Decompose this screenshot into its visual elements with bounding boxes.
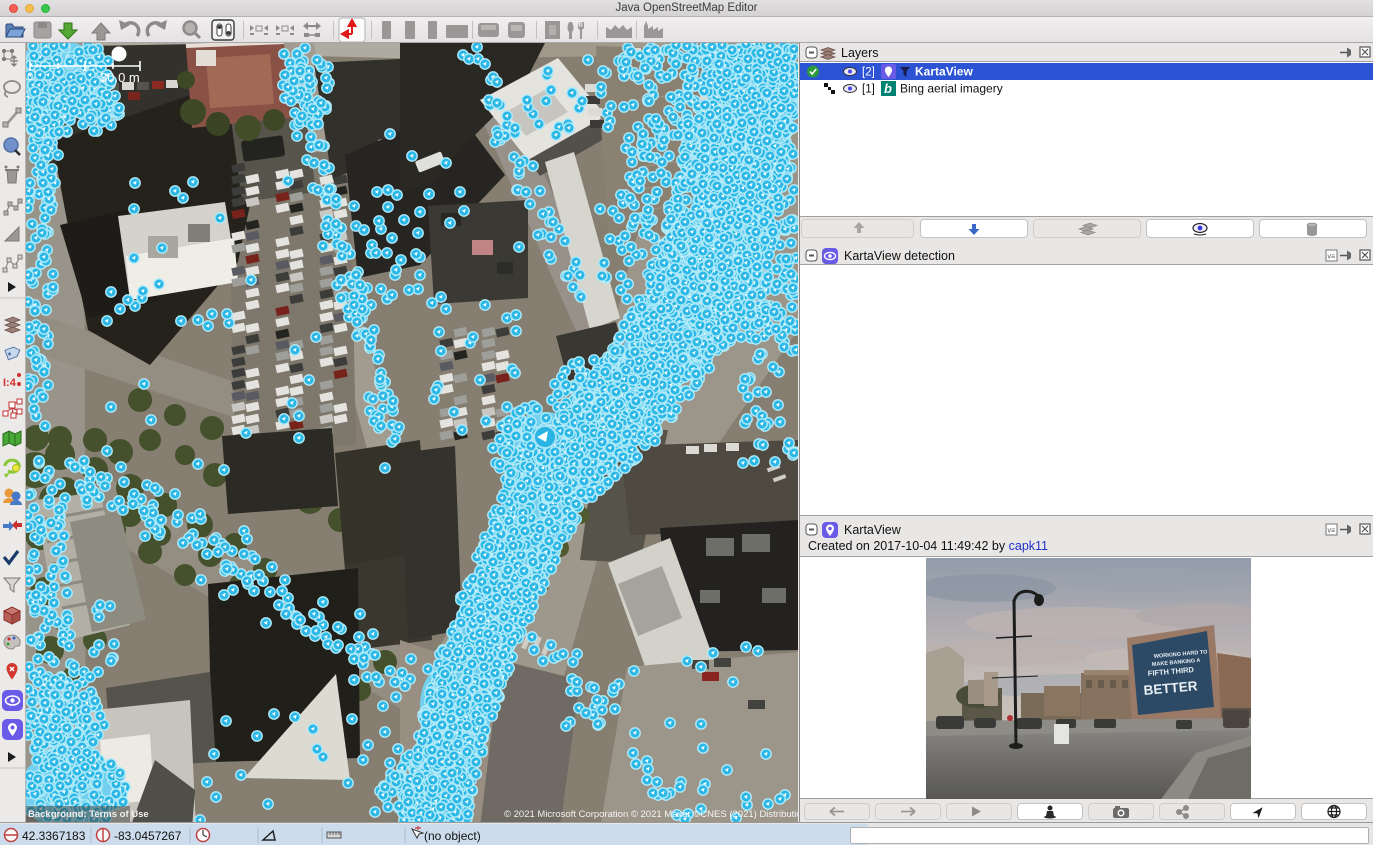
svg-text:[1]: [1] <box>862 84 875 96</box>
svg-text:KartaView: KartaView <box>844 523 902 537</box>
svg-text:30.0 m: 30.0 m <box>100 70 140 85</box>
svg-text:Layers: Layers <box>841 46 879 60</box>
svg-text:b: b <box>884 81 892 96</box>
svg-text:0: 0 <box>27 71 33 83</box>
svg-text:v≡: v≡ <box>1328 528 1336 535</box>
svg-text:KartaView detection: KartaView detection <box>844 249 955 263</box>
svg-text:Background: Terms of Use: Background: Terms of Use <box>28 809 149 820</box>
svg-text:v≡: v≡ <box>1328 254 1336 261</box>
svg-text:Bing aerial imagery: Bing aerial imagery <box>900 82 1003 96</box>
svg-text:[2]: [2] <box>862 67 875 79</box>
svg-text:© 2021 Microsoft Corporation ©: © 2021 Microsoft Corporation © 2021 Maxa… <box>504 809 798 820</box>
svg-text:(no object): (no object) <box>424 829 481 843</box>
svg-text:42.3367183: 42.3367183 <box>22 829 86 843</box>
svg-text:I:4: I:4 <box>3 377 17 389</box>
svg-text:KartaView: KartaView <box>915 65 973 79</box>
svg-text:-83.0457267: -83.0457267 <box>114 829 182 843</box>
